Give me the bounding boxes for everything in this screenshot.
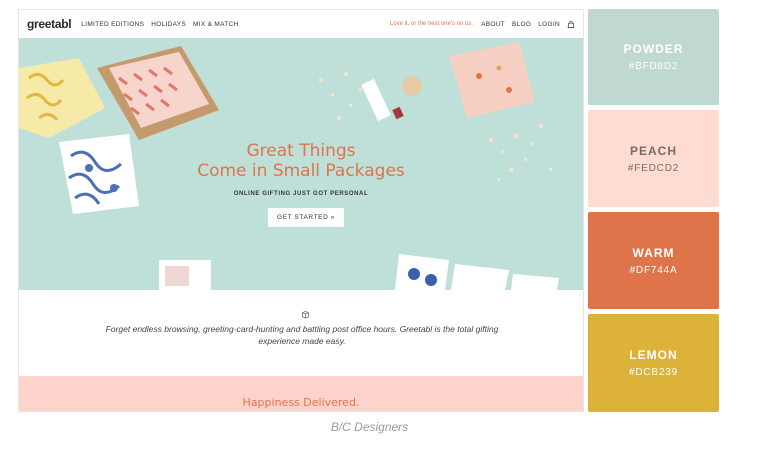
- swatch-hex: #DF744A: [629, 264, 678, 276]
- swatch-peach: PEACH #FEDCD2: [588, 110, 719, 207]
- nav-blog[interactable]: BLOG: [512, 21, 531, 28]
- nav-right-group: Love it, or the next one's on us. ABOUT …: [390, 20, 575, 28]
- nav-limited-editions[interactable]: LIMITED EDITIONS: [81, 21, 144, 28]
- get-started-button[interactable]: GET STARTED »: [268, 208, 344, 227]
- nav-about[interactable]: ABOUT: [481, 21, 505, 28]
- hero-title: Great Things Come in Small Packages: [19, 141, 583, 181]
- swatch-name: WARM: [632, 245, 675, 260]
- info-line-2: experience made easy.: [258, 336, 346, 346]
- site-navbar: greetabl LIMITED EDITIONS HOLIDAYS MIX &…: [19, 10, 583, 38]
- band-title: Happiness Delivered.: [242, 396, 360, 409]
- website-screenshot: greetabl LIMITED EDITIONS HOLIDAYS MIX &…: [18, 9, 584, 412]
- info-description: Forget endless browsing, greeting-card-h…: [79, 323, 525, 347]
- nav-login[interactable]: LOGIN: [538, 21, 560, 28]
- swatch-powder: POWDER #BFD8D2: [588, 9, 719, 105]
- nav-mix-match[interactable]: MIX & MATCH: [193, 21, 238, 28]
- swatch-hex: #FEDCD2: [627, 162, 680, 174]
- site-logo[interactable]: greetabl: [27, 17, 72, 31]
- swatch-name: POWDER: [623, 42, 684, 56]
- swatch-name: LEMON: [629, 348, 678, 362]
- info-line-1: Forget endless browsing, greeting-card-h…: [105, 324, 499, 334]
- hero-subtitle: ONLINE GIFTING JUST GOT PERSONAL: [233, 191, 369, 197]
- swatch-hex: #BFD8D2: [628, 61, 679, 72]
- swatch-warm: WARM #DF744A: [588, 212, 719, 309]
- happiness-band: Happiness Delivered.: [19, 376, 583, 411]
- nav-tagline: Love it, or the next one's on us.: [389, 21, 474, 27]
- hero-title-line2: Come in Small Packages: [197, 161, 405, 181]
- image-caption: B/C Designers: [330, 420, 409, 434]
- swatch-lemon: LEMON #DCB239: [588, 314, 719, 412]
- swatch-name: PEACH: [629, 143, 677, 158]
- swatch-hex: #DCB239: [629, 367, 678, 378]
- shopping-bag-icon[interactable]: [567, 20, 575, 28]
- nav-holidays[interactable]: HOLIDAYS: [151, 21, 186, 28]
- gift-box-icon: [301, 310, 310, 319]
- info-section: Forget endless browsing, greeting-card-h…: [19, 290, 583, 376]
- hero-title-line1: Great Things: [246, 141, 356, 161]
- hero-section: Great Things Come in Small Packages ONLI…: [19, 38, 583, 290]
